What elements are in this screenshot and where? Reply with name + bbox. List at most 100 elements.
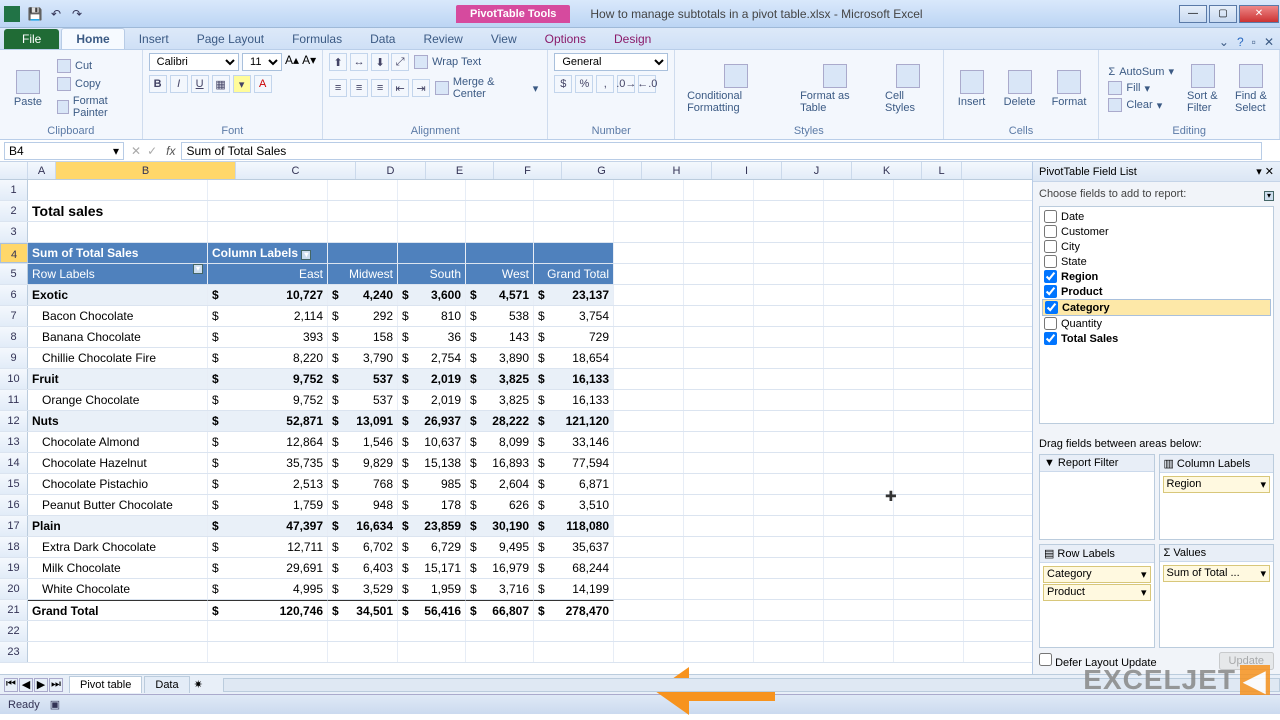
cell[interactable] [894,180,964,200]
cell[interactable]: $768 [328,474,398,494]
cell[interactable] [894,600,964,620]
row-header[interactable]: 18 [0,537,28,557]
underline-button[interactable]: U [191,75,209,93]
cell[interactable]: $3,716 [466,579,534,599]
tab-review[interactable]: Review [409,29,476,49]
cell[interactable] [754,558,824,578]
cell[interactable] [754,369,824,389]
row-header[interactable]: 13 [0,432,28,452]
cell[interactable] [754,348,824,368]
cell[interactable]: $33,146 [534,432,614,452]
field-category[interactable]: Category [1042,299,1271,316]
cell[interactable] [466,642,534,662]
cell[interactable] [614,516,684,536]
cell[interactable] [894,642,964,662]
col-header-A[interactable]: A [28,162,56,179]
cell[interactable] [614,222,684,242]
cell[interactable]: South [398,264,466,284]
cell[interactable] [824,285,894,305]
cell[interactable] [894,432,964,452]
cell[interactable] [754,306,824,326]
cell[interactable]: $2,513 [208,474,328,494]
cell[interactable] [824,348,894,368]
cell[interactable]: $8,099 [466,432,534,452]
chip-product[interactable]: Product▾ [1043,584,1151,601]
align-left-icon[interactable]: ≡ [329,79,347,97]
cell[interactable] [466,243,534,263]
cell[interactable] [28,621,208,641]
tab-home[interactable]: Home [61,28,124,49]
cell[interactable]: $2,754 [398,348,466,368]
conditional-formatting-button[interactable]: Conditional Formatting [681,62,790,116]
chip-region[interactable]: Region▾ [1163,476,1271,493]
cell[interactable] [328,180,398,200]
cell[interactable]: $158 [328,327,398,347]
row-header[interactable]: 7 [0,306,28,326]
cell[interactable] [684,348,754,368]
cell[interactable]: $23,859 [398,516,466,536]
cell[interactable] [28,180,208,200]
cell[interactable] [894,306,964,326]
cell[interactable] [894,201,964,221]
cell[interactable] [684,558,754,578]
cell[interactable]: $34,501 [328,600,398,620]
cell[interactable]: Exotic [28,285,208,305]
cell[interactable] [534,180,614,200]
row-header[interactable]: 17 [0,516,28,536]
decrease-font-icon[interactable]: A▾ [302,53,316,71]
cell[interactable]: $143 [466,327,534,347]
cell[interactable] [894,264,964,284]
cell[interactable] [684,369,754,389]
close-button[interactable]: ✕ [1239,5,1279,23]
cell[interactable]: $3,825 [466,369,534,389]
cell[interactable] [894,285,964,305]
cell[interactable]: $3,510 [534,495,614,515]
cell[interactable] [824,201,894,221]
align-right-icon[interactable]: ≡ [371,79,389,97]
cell[interactable]: $16,979 [466,558,534,578]
col-header-C[interactable]: C [236,162,356,179]
cell[interactable]: $16,634 [328,516,398,536]
cell[interactable] [894,348,964,368]
tab-design[interactable]: Design [600,29,665,49]
field-date[interactable]: Date [1042,209,1271,224]
cell[interactable] [534,201,614,221]
cell[interactable] [684,537,754,557]
cell[interactable] [684,516,754,536]
tab-insert[interactable]: Insert [125,29,183,49]
cell[interactable]: $948 [328,495,398,515]
cell[interactable] [754,537,824,557]
cell[interactable] [28,642,208,662]
cell[interactable] [824,579,894,599]
cell[interactable] [614,411,684,431]
cell[interactable]: $6,702 [328,537,398,557]
indent-increase-icon[interactable]: ⇥ [412,79,430,97]
cell[interactable] [824,621,894,641]
new-sheet-icon[interactable]: ✷ [194,678,203,691]
cell[interactable]: $16,133 [534,369,614,389]
cell[interactable]: $9,829 [328,453,398,473]
cell[interactable] [684,180,754,200]
cell[interactable]: $35,637 [534,537,614,557]
cell[interactable] [534,642,614,662]
cell[interactable]: $16,133 [534,390,614,410]
cell[interactable] [684,390,754,410]
align-middle-icon[interactable]: ↔ [350,53,368,71]
col-header-H[interactable]: H [642,162,712,179]
cell[interactable] [824,516,894,536]
chip-sum-of-total-[interactable]: Sum of Total ...▾ [1163,565,1271,582]
col-header-J[interactable]: J [782,162,852,179]
cell[interactable] [824,390,894,410]
col-header-I[interactable]: I [712,162,782,179]
cell[interactable]: White Chocolate [28,579,208,599]
cell[interactable] [328,201,398,221]
cell[interactable]: Chillie Chocolate Fire [28,348,208,368]
cell[interactable]: Chocolate Hazelnut [28,453,208,473]
cell[interactable]: $810 [398,306,466,326]
row-header[interactable]: 11 [0,390,28,410]
cell[interactable] [328,222,398,242]
cell[interactable] [614,579,684,599]
cell[interactable] [534,621,614,641]
comma-icon[interactable]: , [596,75,614,93]
row-header[interactable]: 16 [0,495,28,515]
